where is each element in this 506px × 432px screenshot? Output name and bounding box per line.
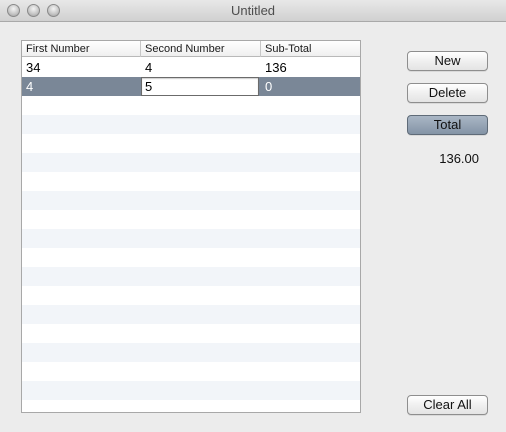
empty-row <box>22 381 360 400</box>
column-header-first-number[interactable]: First Number <box>22 41 141 57</box>
total-button[interactable]: Total <box>407 115 488 135</box>
table-row[interactable]: 34 4 136 <box>22 58 360 77</box>
column-header-sub-total[interactable]: Sub-Total <box>261 41 360 57</box>
second-number-cell[interactable]: 4 <box>141 58 261 77</box>
empty-row <box>22 362 360 381</box>
total-value-label: 136.00 <box>439 151 479 166</box>
table-header: First Number Second Number Sub-Total <box>22 41 360 57</box>
empty-row <box>22 191 360 210</box>
window-title: Untitled <box>230 3 276 18</box>
empty-row <box>22 229 360 248</box>
second-number-edit-field[interactable] <box>141 77 259 96</box>
first-number-cell[interactable]: 34 <box>22 58 141 77</box>
table-row-selected[interactable]: 4 0 <box>22 77 360 96</box>
empty-row <box>22 115 360 134</box>
numbers-table[interactable]: First Number Second Number Sub-Total 34 … <box>21 40 361 413</box>
clear-all-button[interactable]: Clear All <box>407 395 488 415</box>
first-number-cell[interactable]: 4 <box>22 77 141 96</box>
table-body: 34 4 136 4 0 <box>22 58 360 412</box>
delete-button[interactable]: Delete <box>407 83 488 103</box>
title-bar[interactable]: Untitled <box>0 0 506 22</box>
sub-total-cell: 136 <box>265 60 287 75</box>
empty-row <box>22 172 360 191</box>
empty-row <box>22 267 360 286</box>
sub-total-cell: 0 <box>265 79 273 94</box>
empty-row <box>22 210 360 229</box>
empty-row <box>22 134 360 153</box>
empty-row <box>22 286 360 305</box>
empty-row <box>22 96 360 115</box>
empty-row <box>22 324 360 343</box>
empty-row <box>22 305 360 324</box>
empty-row <box>22 153 360 172</box>
empty-row <box>22 400 360 412</box>
empty-row <box>22 343 360 362</box>
empty-row <box>22 248 360 267</box>
column-header-second-number[interactable]: Second Number <box>141 41 261 57</box>
new-button[interactable]: New <box>407 51 488 71</box>
